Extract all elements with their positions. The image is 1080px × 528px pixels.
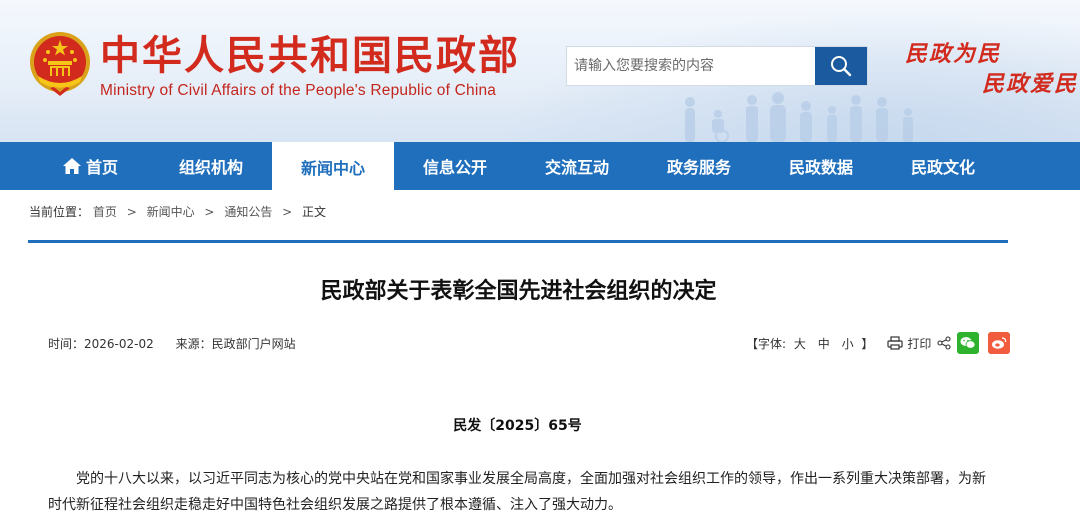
font-size-small-button[interactable]: 小 <box>842 337 854 351</box>
font-size-label: 【字体: <box>746 336 787 351</box>
wechat-share-button[interactable] <box>957 332 980 354</box>
nav-item-civil-culture[interactable]: 民政文化 <box>882 142 1004 190</box>
print-button[interactable]: 打印 <box>887 335 931 352</box>
font-size-close-bracket: 】 <box>861 336 874 351</box>
weibo-share-button[interactable] <box>988 332 1011 354</box>
article-paragraph: 党的十八大以来，以习近平同志为核心的党中央站在党和国家事业发展全局高度，全面加强… <box>48 471 986 513</box>
breadcrumb-separator-icon: > <box>126 205 137 219</box>
content-divider <box>28 240 1008 243</box>
breadcrumb: 当前位置： 首页 > 新闻中心 > 通知公告 > 正文 <box>29 203 326 220</box>
breadcrumb-separator-icon: > <box>282 205 293 219</box>
site-header: 中华人民共和国民政部 Ministry of Civil Affairs of … <box>0 0 1080 142</box>
breadcrumb-home-link[interactable]: 首页 <box>93 205 117 219</box>
time-value: 2026-02-02 <box>84 337 154 351</box>
breadcrumb-news-center-link[interactable]: 新闻中心 <box>147 205 195 219</box>
nav-item-information-disclosure[interactable]: 信息公开 <box>394 142 516 190</box>
print-label: 打印 <box>907 336 932 351</box>
site-title[interactable]: 中华人民共和国民政部 <box>100 34 520 78</box>
document-number: 民发〔2025〕65号 <box>453 418 582 434</box>
source-value: 民政部门户网站 <box>211 337 296 351</box>
share-icon[interactable] <box>937 336 951 350</box>
breadcrumb-notices-link[interactable]: 通知公告 <box>224 205 272 219</box>
search-box <box>566 46 868 86</box>
breadcrumb-current: 正文 <box>302 205 327 219</box>
nav-item-home[interactable]: 首页 <box>30 142 150 190</box>
slogan-line-1: 民政为民 <box>905 41 1002 67</box>
site-subtitle: Ministry of Civil Affairs of the People'… <box>100 82 497 99</box>
search-button[interactable] <box>815 47 867 85</box>
font-size-large-button[interactable]: 大 <box>794 337 806 351</box>
national-emblem-icon[interactable] <box>28 30 92 98</box>
nav-item-civil-data[interactable]: 民政数据 <box>760 142 882 190</box>
slogan-line-2: 民政爱民 <box>982 71 1079 97</box>
source-label: 来源： <box>175 337 212 351</box>
font-size-control: 【字体: 大 中 小 】 <box>746 335 873 352</box>
article-meta: 时间：2026-02-02 来源：民政部门户网站 <box>48 335 314 352</box>
wechat-icon <box>960 337 976 349</box>
search-icon <box>831 56 852 77</box>
breadcrumb-separator-icon: > <box>204 205 215 219</box>
font-size-medium-button[interactable]: 中 <box>818 337 830 351</box>
article-title: 民政部关于表彰全国先进社会组织的决定 <box>320 279 717 304</box>
weibo-icon <box>992 337 1007 349</box>
publish-time: 时间：2026-02-02 <box>48 337 154 351</box>
people-silhouettes-decoration <box>685 92 913 142</box>
breadcrumb-prefix: 当前位置： <box>29 205 90 219</box>
nav-item-news-center[interactable]: 新闻中心 <box>272 142 394 192</box>
time-label: 时间： <box>48 337 85 351</box>
home-icon <box>62 158 81 174</box>
article-tools: 【字体: 大 中 小 】 打印 <box>746 332 1019 354</box>
main-navigation: 首页 组织机构 新闻中心 信息公开 交流互动 政务服务 民政数据 民政文化 <box>0 142 1080 192</box>
printer-icon <box>887 336 904 350</box>
nav-item-government-services[interactable]: 政务服务 <box>638 142 760 190</box>
nav-item-organization[interactable]: 组织机构 <box>150 142 272 190</box>
search-input[interactable] <box>567 47 815 85</box>
article-source: 来源：民政部门户网站 <box>176 337 296 351</box>
nav-label: 首页 <box>85 158 118 177</box>
nav-item-interaction[interactable]: 交流互动 <box>516 142 638 190</box>
